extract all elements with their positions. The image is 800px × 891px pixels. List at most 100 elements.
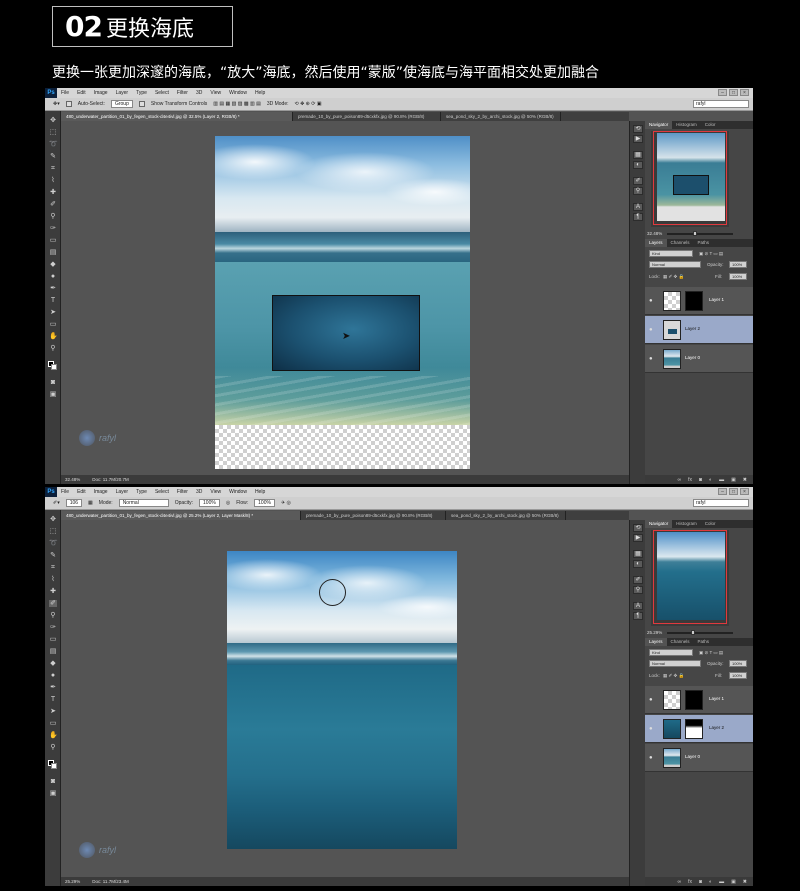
layer-mask-thumbnail[interactable] — [685, 291, 703, 311]
tab-sea-sky[interactable]: sea_pond_sky_2_by_archi_stock.jpg @ 50% … — [446, 511, 566, 520]
layer-name[interactable]: Layer 1 — [709, 297, 724, 302]
visibility-eye-icon[interactable]: ● — [649, 356, 653, 362]
quick-mask-icon[interactable]: ◙ — [49, 778, 57, 785]
fx-icon[interactable]: fx — [688, 477, 692, 483]
tab-premade[interactable]: premade_10_by_pure_poison89-d5cxkfx.jpg … — [293, 112, 441, 121]
filter-icons[interactable]: ▣ ⊘ T ▭ ▤ — [699, 251, 723, 257]
gradient-icon[interactable]: ▤ — [49, 648, 57, 655]
hand-icon[interactable]: ✋ — [49, 333, 58, 340]
menu-edit[interactable]: Edit — [73, 489, 90, 495]
menu-window[interactable]: Window — [225, 90, 251, 96]
new-layer-icon[interactable]: ▣ — [731, 879, 736, 885]
menu-layer[interactable]: Layer — [112, 90, 133, 96]
brush-tool-icon[interactable]: ✐▾ — [53, 500, 60, 506]
menu-view[interactable]: View — [206, 90, 225, 96]
close-icon[interactable]: × — [740, 89, 749, 96]
trash-icon[interactable]: ✖ — [743, 477, 747, 483]
lasso-icon[interactable]: ➰ — [49, 540, 58, 547]
tab-sea-sky[interactable]: sea_pond_sky_2_by_archi_stock.jpg @ 50% … — [441, 112, 561, 121]
tab-histogram[interactable]: Histogram — [672, 121, 701, 129]
menu-image[interactable]: Image — [90, 489, 112, 495]
document-canvas[interactable] — [227, 551, 457, 849]
pen-icon[interactable]: ✒ — [49, 684, 57, 691]
screen-mode-icon[interactable]: ▣ — [49, 391, 57, 398]
pen-icon[interactable]: ✒ — [49, 285, 57, 292]
canvas-area[interactable]: ➤ rafyl — [61, 121, 629, 475]
menu-select[interactable]: Select — [151, 90, 173, 96]
menu-view[interactable]: View — [206, 489, 225, 495]
maximize-icon[interactable]: □ — [729, 488, 738, 495]
menu-3d[interactable]: 3D — [192, 489, 206, 495]
quick-select-icon[interactable]: ✎ — [49, 552, 57, 559]
status-zoom[interactable]: 32.48% — [65, 477, 80, 482]
blend-mode-select[interactable]: Normal — [649, 660, 701, 667]
adjustment-icon[interactable]: ◐ — [709, 477, 712, 483]
actions-icon[interactable]: ▶ — [633, 135, 643, 143]
navigator-zoom-slider[interactable] — [667, 630, 733, 635]
brushes-icon[interactable]: ✐ — [633, 177, 643, 185]
layer-name[interactable]: Layer 0 — [685, 355, 700, 360]
dodge-icon[interactable]: ● — [49, 672, 57, 679]
brush-icon[interactable]: ✐ — [49, 600, 57, 607]
paragraph-icon[interactable]: ¶ — [633, 612, 643, 620]
lock-icons[interactable]: ▦ ✐ ✥ 🔒 — [663, 673, 684, 679]
mask-icon[interactable]: ◙ — [699, 477, 702, 483]
tab-channels[interactable]: Channels — [667, 638, 694, 646]
navigator-preview[interactable] — [651, 530, 729, 626]
quick-mask-icon[interactable]: ◙ — [49, 379, 57, 386]
menu-image[interactable]: Image — [90, 90, 112, 96]
path-select-icon[interactable]: ➤ — [49, 309, 57, 316]
clone-source-icon[interactable]: ⚲ — [633, 586, 643, 594]
layer-name[interactable]: Layer 1 — [709, 696, 724, 701]
tab-color[interactable]: Color — [701, 121, 720, 129]
lock-icons[interactable]: ▦ ✐ ✥ 🔒 — [663, 274, 684, 280]
layer-mask-thumbnail[interactable] — [685, 690, 703, 710]
adjustment-icon[interactable]: ◐ — [709, 879, 712, 885]
stamp-icon[interactable]: ⚲ — [49, 612, 57, 619]
layer-name[interactable]: Layer 2 — [709, 725, 724, 730]
document-canvas[interactable]: ➤ — [215, 136, 470, 469]
screen-mode-icon[interactable]: ▣ — [49, 790, 57, 797]
mask-icon[interactable]: ◙ — [699, 879, 702, 885]
navigator-zoom[interactable]: 25.29% — [647, 630, 662, 635]
fill-input[interactable]: 100% — [729, 273, 747, 280]
eyedropper-icon[interactable]: ⌇ — [49, 177, 57, 184]
marquee-icon[interactable]: ⬚ — [49, 528, 57, 535]
type-icon[interactable]: T — [49, 696, 57, 703]
mode-select[interactable]: Normal — [118, 499, 169, 507]
move-icon[interactable]: ✥ — [49, 516, 57, 523]
swatches-icon[interactable]: ▦ — [633, 550, 643, 558]
close-icon[interactable]: × — [740, 488, 749, 495]
group-icon[interactable]: ▬ — [719, 879, 724, 885]
menu-type[interactable]: Type — [132, 90, 151, 96]
opacity-input[interactable]: 100% — [199, 499, 220, 507]
dodge-icon[interactable]: ● — [49, 273, 57, 280]
menu-select[interactable]: Select — [151, 489, 173, 495]
menu-file[interactable]: File — [57, 489, 73, 495]
visibility-eye-icon[interactable]: ● — [649, 298, 653, 304]
menu-filter[interactable]: Filter — [173, 489, 192, 495]
menu-3d[interactable]: 3D — [192, 90, 206, 96]
menu-file[interactable]: File — [57, 90, 73, 96]
shape-icon[interactable]: ▭ — [49, 321, 57, 328]
character-icon[interactable]: A — [633, 602, 643, 610]
layer-filter-kind[interactable]: Kind — [649, 649, 693, 656]
trash-icon[interactable]: ✖ — [743, 879, 747, 885]
path-select-icon[interactable]: ➤ — [49, 708, 57, 715]
link-icon[interactable]: ∞ — [678, 879, 682, 885]
canvas-area[interactable]: rafyl — [61, 520, 629, 877]
status-zoom[interactable]: 25.29% — [65, 879, 80, 884]
crop-icon[interactable]: ⌗ — [49, 165, 57, 172]
menu-help[interactable]: Help — [251, 489, 269, 495]
tab-histogram[interactable]: Histogram — [672, 520, 701, 528]
navigator-slider-knob[interactable] — [691, 630, 695, 635]
fx-icon[interactable]: fx — [688, 879, 692, 885]
visibility-eye-icon[interactable]: ● — [649, 726, 653, 732]
filter-icons[interactable]: ▣ ⊘ T ▭ ▤ — [699, 650, 723, 656]
move-tool-icon[interactable]: ✥▾ — [53, 101, 60, 107]
menu-filter[interactable]: Filter — [173, 90, 192, 96]
move-icon[interactable]: ✥ — [49, 117, 57, 124]
navigator-slider-knob[interactable] — [693, 231, 697, 236]
actions-icon[interactable]: ▶ — [633, 534, 643, 542]
navigator-zoom[interactable]: 32.48% — [647, 231, 662, 236]
